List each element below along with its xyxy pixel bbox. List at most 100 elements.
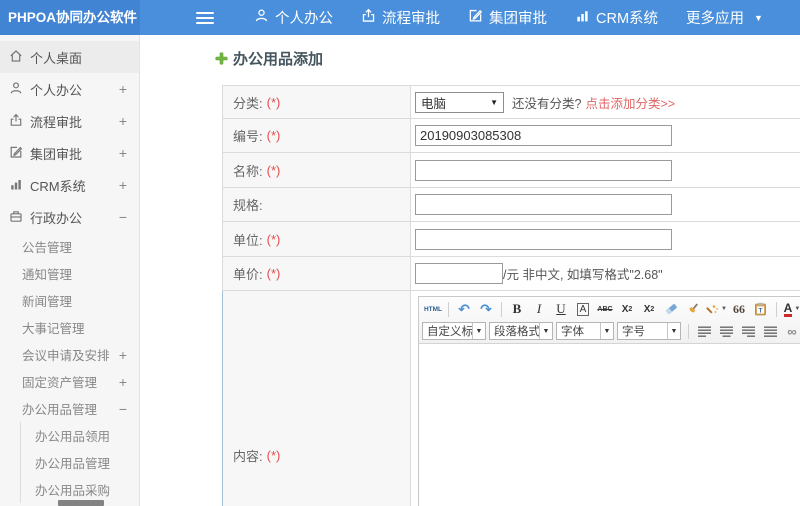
unit-input[interactable]	[415, 228, 672, 250]
undo-icon[interactable]: ↶	[454, 300, 474, 318]
workflow-icon	[9, 113, 30, 130]
align-center-icon[interactable]	[716, 322, 736, 340]
menu-toggle-icon[interactable]	[196, 11, 214, 24]
bold-button[interactable]: B	[507, 300, 527, 318]
editor-content-area[interactable]	[419, 344, 800, 506]
sidebar-item-supplies-manage[interactable]: 办公用品管理	[21, 449, 139, 476]
unit-label: 单位:	[233, 232, 263, 248]
name-label: 名称:	[233, 163, 263, 179]
add-category-link[interactable]: 点击添加分类>>	[585, 93, 675, 112]
caret-down-icon: ▼	[472, 323, 485, 339]
expand-icon[interactable]: +	[119, 81, 127, 97]
italic-button[interactable]: I	[529, 300, 549, 318]
expand-icon[interactable]: +	[119, 347, 127, 363]
caret-down-icon: ▼	[667, 323, 680, 339]
blockquote-button[interactable]: 66	[729, 300, 749, 318]
paragraph-format-dropdown[interactable]: 段落格式 ▼	[489, 322, 553, 340]
sidebar-item-notice-mgmt[interactable]: 通知管理	[0, 260, 139, 287]
source-code-button[interactable]: HTML	[423, 300, 443, 318]
add-supplies-form: 分类: (*) 电脑 ▼ 还没有分类? 点击添加分类>> 编号: (*) 201…	[222, 85, 800, 506]
required-mark: (*)	[266, 448, 281, 463]
svg-text:T: T	[759, 307, 763, 314]
main-content: 办公用品添加 分类: (*) 电脑 ▼ 还没有分类? 点击添加分类>> 编号: …	[141, 35, 800, 506]
sidebar-item-supplies-claim[interactable]: 办公用品领用	[21, 422, 139, 449]
form-row-unit: 单位: (*)	[223, 222, 800, 257]
superscript-button[interactable]: X2	[617, 300, 637, 318]
price-input[interactable]	[415, 263, 503, 284]
nav-workflow-approval[interactable]: 流程审批	[347, 0, 454, 35]
form-row-category: 分类: (*) 电脑 ▼ 还没有分类? 点击添加分类>>	[223, 86, 800, 119]
auto-typeset-icon[interactable]: ▼	[705, 300, 727, 318]
caret-down-icon: ▼	[754, 12, 763, 23]
sidebar-item-admin-office[interactable]: 行政办公 −	[0, 201, 139, 233]
sidebar-item-office-supplies-mgmt[interactable]: 办公用品管理 −	[0, 395, 139, 422]
collapse-icon[interactable]: −	[119, 401, 127, 417]
nav-crm-system[interactable]: CRM系统	[561, 0, 672, 35]
price-label: 单价:	[233, 267, 263, 282]
collapse-icon[interactable]: −	[119, 209, 127, 225]
format-eraser-icon[interactable]	[661, 300, 681, 318]
user-icon	[9, 81, 30, 98]
topbar: PHPOA协同办公软件 个人办公 流程审批 集团审批 CRM系统 更多应用 ▼	[0, 0, 800, 35]
subscript-button[interactable]: X2	[639, 300, 659, 318]
required-mark: (*)	[266, 162, 281, 178]
underline-button[interactable]: U	[551, 300, 571, 318]
form-row-name: 名称: (*)	[223, 153, 800, 188]
form-row-spec: 规格:	[223, 188, 800, 222]
custom-title-dropdown[interactable]: 自定义标题▼	[422, 322, 486, 340]
format-brush-icon[interactable]	[683, 300, 703, 318]
sidebar-item-workflow-approval[interactable]: 流程审批 +	[0, 105, 139, 137]
sidebar-item-personal-desktop[interactable]: 个人桌面	[0, 41, 139, 73]
home-icon	[9, 49, 30, 66]
sidebar-item-announcement-mgmt[interactable]: 公告管理	[0, 233, 139, 260]
expand-icon[interactable]: +	[119, 145, 127, 161]
caret-down-icon: ▼	[600, 323, 613, 339]
caret-down-icon: ▼	[539, 323, 552, 339]
sidebar-item-meeting-request[interactable]: 会议申请及安排 +	[0, 341, 139, 368]
crm-chart-icon	[9, 177, 30, 194]
sidebar-submenu-office-supplies: 办公用品领用 办公用品管理 办公用品采购	[20, 422, 139, 503]
form-row-price: 单价: (*) /元 非中文, 如填写格式"2.68"	[223, 257, 800, 291]
crm-chart-icon	[575, 8, 596, 27]
expand-icon[interactable]: +	[119, 374, 127, 390]
sidebar-item-personal-office[interactable]: 个人办公 +	[0, 73, 139, 105]
insert-link-icon[interactable]: ∞	[782, 322, 800, 340]
align-justify-icon[interactable]	[760, 322, 780, 340]
sidebar-item-memorabilia-mgmt[interactable]: 大事记管理	[0, 314, 139, 341]
workflow-icon	[361, 8, 382, 27]
nav-more-apps[interactable]: 更多应用 ▼	[672, 0, 777, 35]
content-label: 内容:	[233, 449, 263, 464]
sidebar-item-fixed-assets-mgmt[interactable]: 固定资产管理 +	[0, 368, 139, 395]
strikethrough-button[interactable]: ABC	[595, 300, 615, 318]
char-border-button[interactable]: A	[573, 300, 593, 318]
caret-down-icon: ▼	[794, 306, 800, 312]
caret-down-icon: ▼	[721, 306, 727, 312]
sidebar-item-news-mgmt[interactable]: 新闻管理	[0, 287, 139, 314]
approval-edit-icon	[468, 8, 489, 27]
nav-group-approval[interactable]: 集团审批	[454, 0, 561, 35]
sidebar-item-clipped	[58, 500, 104, 506]
font-color-button[interactable]: A ▼	[782, 300, 800, 318]
expand-icon[interactable]: +	[119, 177, 127, 193]
align-right-icon[interactable]	[738, 322, 758, 340]
category-label: 分类:	[233, 95, 263, 111]
app-logo: PHPOA协同办公软件	[0, 0, 140, 35]
expand-icon[interactable]: +	[119, 113, 127, 129]
spec-input[interactable]	[415, 194, 672, 215]
sidebar-item-crm-system[interactable]: CRM系统 +	[0, 169, 139, 201]
sidebar-item-supplies-purchase[interactable]: 办公用品采购	[21, 476, 139, 503]
nav-personal-office[interactable]: 个人办公	[240, 0, 347, 35]
page-title: 办公用品添加	[215, 48, 323, 69]
category-select[interactable]: 电脑 ▼	[415, 91, 504, 113]
editor-toolbar: HTML ↶ ↷ B I U A ABC X2 X2 ▼ 66 T A ▼ 自定…	[419, 297, 800, 344]
required-mark: (*)	[266, 266, 281, 281]
spec-label: 规格:	[233, 198, 263, 213]
code-input[interactable]	[415, 125, 672, 146]
sidebar-item-group-approval[interactable]: 集团审批 +	[0, 137, 139, 169]
redo-icon[interactable]: ↷	[476, 300, 496, 318]
font-family-dropdown[interactable]: 字体 ▼	[556, 322, 614, 340]
name-input[interactable]	[415, 159, 672, 181]
paste-text-icon[interactable]: T	[751, 300, 771, 318]
font-size-dropdown[interactable]: 字号 ▼	[617, 322, 681, 340]
align-left-icon[interactable]	[694, 322, 714, 340]
